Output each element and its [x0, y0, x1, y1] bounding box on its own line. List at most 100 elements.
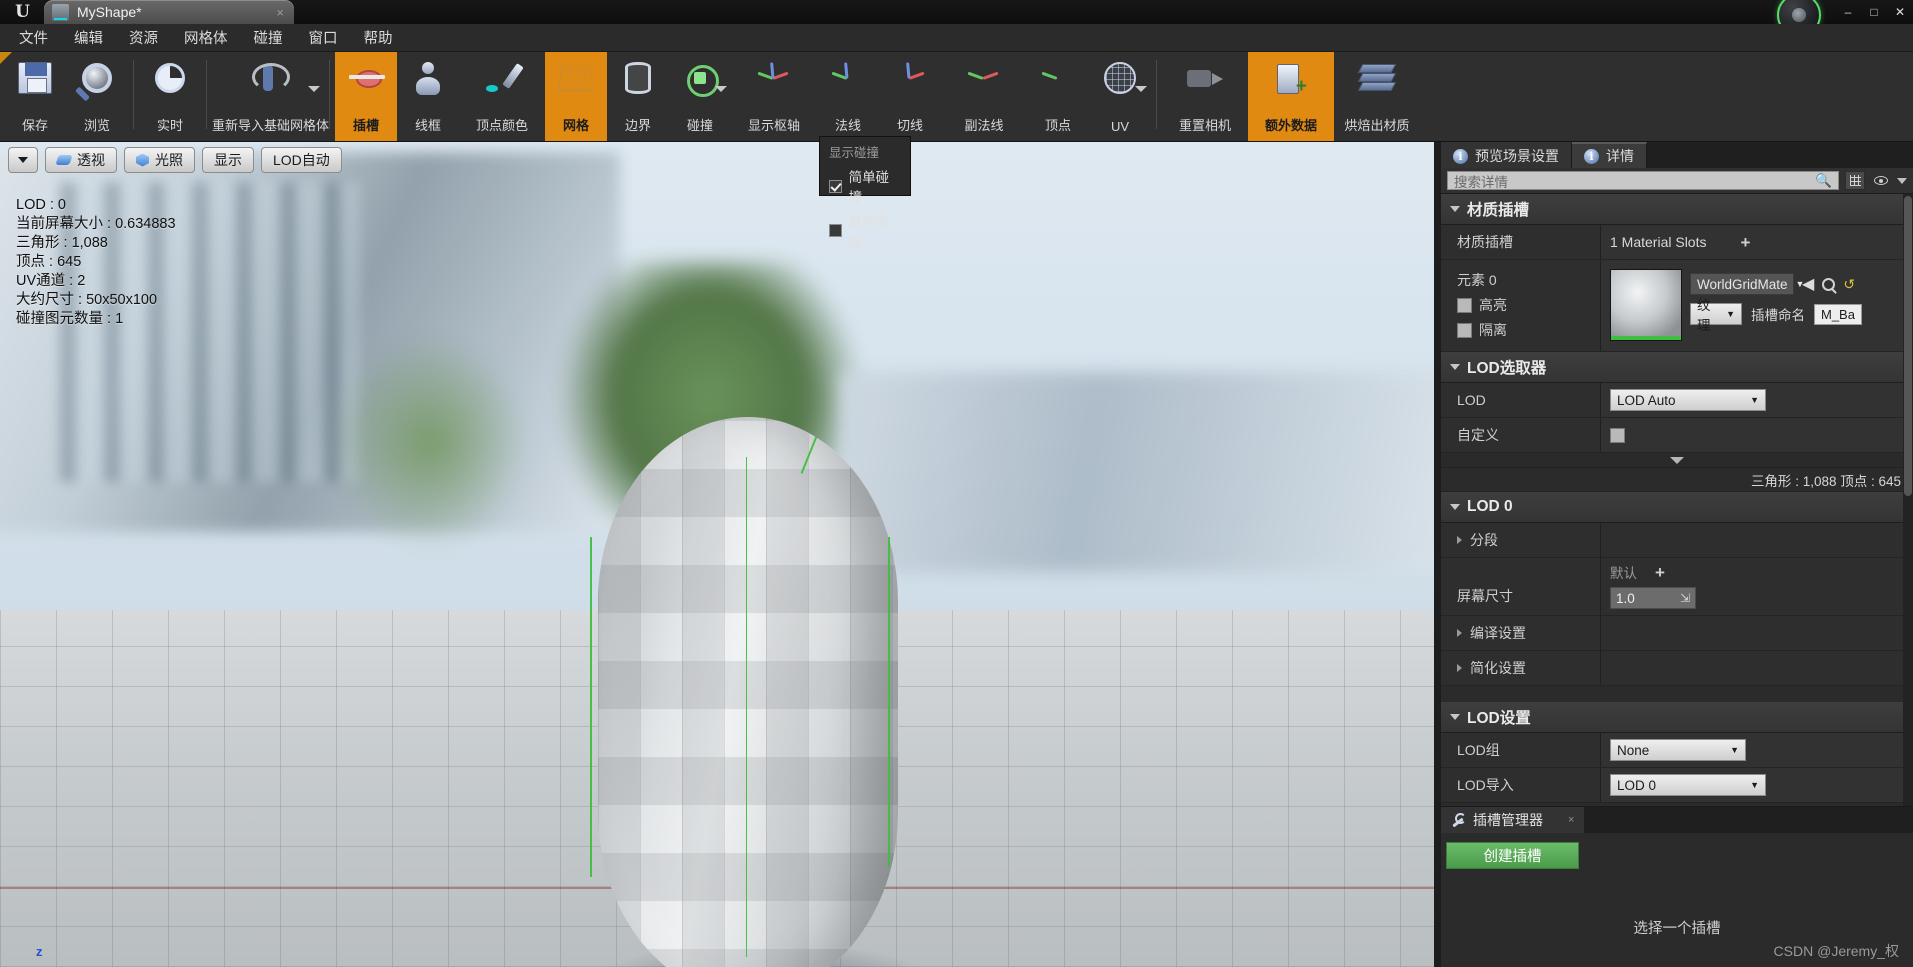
- toolbar-socket-button[interactable]: 插槽: [335, 52, 397, 141]
- chevron-down-icon[interactable]: [1897, 177, 1907, 184]
- viewport-far-buildings: [840, 372, 1434, 572]
- toolbar-separator: [1156, 60, 1157, 129]
- toolbar-bounds-button[interactable]: 边界: [607, 52, 669, 141]
- mesh-viewport[interactable]: z: [0, 142, 1434, 967]
- toolbar-uv-button[interactable]: UV: [1089, 52, 1151, 141]
- details-scroll-area[interactable]: 材质插槽 材质插槽 1 Material Slots + 元素 0 高亮 隔离 …: [1441, 194, 1913, 806]
- value-lod: LOD Auto ▼: [1601, 383, 1913, 417]
- toolbar-show-pivot-button[interactable]: 显示枢轴: [731, 52, 817, 141]
- slot-name-value[interactable]: M_Ba: [1814, 303, 1862, 325]
- toolbar-wireframe-button[interactable]: 线框: [397, 52, 459, 141]
- lod-import-dropdown[interactable]: LOD 0 ▼: [1610, 774, 1766, 796]
- toolbar-extra-data-button[interactable]: 额外数据: [1248, 52, 1334, 141]
- details-scrollbar-thumb[interactable]: [1904, 196, 1912, 496]
- chevron-down-icon: ▼: [1726, 309, 1735, 319]
- tab-details[interactable]: i 详情: [1572, 142, 1647, 168]
- viewport-lod-auto-button[interactable]: LOD自动: [261, 147, 342, 173]
- drag-handle-icon[interactable]: ⇲: [1680, 591, 1690, 605]
- collision-option-simple[interactable]: 简单碰撞: [820, 164, 910, 208]
- category-lod-settings[interactable]: LOD设置: [1441, 702, 1913, 733]
- checkbox-highlight[interactable]: [1457, 297, 1472, 313]
- toolbar-collision-button[interactable]: 碰撞: [669, 52, 731, 141]
- toolbar-grid-button[interactable]: 网格: [545, 52, 607, 141]
- row-reduction-settings: 简化设置: [1441, 651, 1913, 686]
- material-thumbnail[interactable]: [1610, 269, 1682, 341]
- viewport-lit-label: 光照: [155, 152, 183, 168]
- search-icon[interactable]: 🔍: [1815, 173, 1832, 189]
- lod-expander[interactable]: [1441, 453, 1913, 468]
- maximize-button[interactable]: □: [1861, 2, 1887, 22]
- toolbar-browse-button[interactable]: 浏览: [66, 52, 128, 141]
- toolbar-bake-materials-button[interactable]: 烘焙出材质: [1334, 52, 1420, 141]
- socket-manager-empty-message: 选择一个插槽: [1633, 921, 1721, 937]
- texture-dropdown[interactable]: 纹理 ▼: [1690, 298, 1742, 333]
- chevron-right-icon[interactable]: [1457, 664, 1462, 672]
- checkbox-simple-collision[interactable]: [829, 179, 842, 193]
- chevron-right-icon[interactable]: [1457, 536, 1462, 544]
- toolbar-vertices-button[interactable]: 顶点: [1027, 52, 1089, 141]
- menu-item-window[interactable]: 窗口: [296, 24, 351, 51]
- element-0-label: 元素 0: [1457, 272, 1497, 288]
- stat-vertices: 顶点 : 645: [16, 254, 82, 270]
- collision-option-complex[interactable]: 复杂碰撞: [820, 208, 910, 252]
- search-asset-icon[interactable]: [1822, 277, 1836, 291]
- grid-view-icon[interactable]: [1845, 171, 1865, 190]
- label-reduction-settings: 简化设置: [1441, 651, 1601, 685]
- add-screen-size-button[interactable]: +: [1655, 564, 1665, 581]
- bounds-icon: [618, 58, 658, 98]
- toolbar-binormals-button[interactable]: 副法线: [941, 52, 1027, 141]
- screen-size-input[interactable]: 1.0 ⇲: [1610, 587, 1696, 609]
- viewport-perspective-button[interactable]: 透视: [45, 147, 117, 173]
- minimize-button[interactable]: –: [1835, 2, 1861, 22]
- lod-dropdown[interactable]: LOD Auto ▼: [1610, 389, 1766, 411]
- tab-details-label: 详情: [1606, 148, 1634, 164]
- eye-icon[interactable]: [1871, 171, 1891, 190]
- row-lod: LOD LOD Auto ▼: [1441, 383, 1913, 418]
- search-input[interactable]: 搜索详情 🔍: [1447, 171, 1839, 190]
- close-button[interactable]: ✕: [1887, 2, 1913, 22]
- checkbox-complex-collision[interactable]: [829, 223, 842, 237]
- browse-to-asset-icon[interactable]: ◀: [1802, 274, 1814, 294]
- chevron-right-icon[interactable]: [1457, 629, 1462, 637]
- build-settings-label: 编译设置: [1470, 625, 1526, 641]
- details-scrollbar[interactable]: [1903, 194, 1913, 806]
- checkbox-custom-lod[interactable]: [1610, 427, 1625, 443]
- chevron-down-icon[interactable]: [715, 86, 727, 92]
- material-asset-dropdown[interactable]: WorldGridMate ▼: [1690, 273, 1804, 295]
- menu-item-mesh[interactable]: 网格体: [171, 24, 241, 51]
- menu-item-file[interactable]: 文件: [6, 24, 61, 51]
- category-lod-picker[interactable]: LOD选取器: [1441, 352, 1913, 383]
- menu-item-asset[interactable]: 资源: [116, 24, 171, 51]
- menu-item-collision[interactable]: 碰撞: [241, 24, 296, 51]
- toolbar-tangents-button[interactable]: 切线: [879, 52, 941, 141]
- tab-close-icon[interactable]: ×: [252, 5, 284, 20]
- menu-item-edit[interactable]: 编辑: [61, 24, 116, 51]
- toolbar-realtime-button[interactable]: 实时: [139, 52, 201, 141]
- viewport-options-button[interactable]: [8, 147, 38, 173]
- add-material-slot-button[interactable]: +: [1740, 234, 1750, 251]
- toolbar-normals-button[interactable]: 法线: [817, 52, 879, 141]
- asset-tab-myshape[interactable]: MyShape* ×: [44, 0, 294, 24]
- chevron-down-icon[interactable]: [1135, 86, 1147, 92]
- checkbox-isolate[interactable]: [1457, 322, 1472, 338]
- category-material-slots[interactable]: 材质插槽: [1441, 194, 1913, 225]
- capsule-mesh[interactable]: [590, 417, 898, 967]
- toolbar-reset-camera-button[interactable]: 重置相机: [1162, 52, 1248, 141]
- chevron-down-icon[interactable]: [308, 86, 320, 92]
- menu-item-help[interactable]: 帮助: [351, 24, 406, 51]
- category-lod-0[interactable]: LOD 0: [1441, 492, 1913, 523]
- create-socket-button[interactable]: 创建插槽: [1446, 842, 1579, 869]
- toolbar-reimport-base-mesh-button[interactable]: 重新导入基础网格体: [212, 52, 329, 141]
- toolbar-save-label: 保存: [21, 118, 48, 133]
- viewport-show-button[interactable]: 显示: [202, 147, 254, 173]
- reset-to-default-icon[interactable]: ↺: [1843, 276, 1855, 293]
- toolbar-save-button[interactable]: 保存: [4, 52, 66, 141]
- tab-socket-manager[interactable]: 插槽管理器 ×: [1441, 807, 1585, 833]
- lod-group-dropdown[interactable]: None ▼: [1610, 739, 1746, 761]
- toolbar-vertex-color-button[interactable]: 顶点颜色: [459, 52, 545, 141]
- toolbar-separator: [133, 60, 134, 129]
- viewport-lit-button[interactable]: 光照: [124, 147, 195, 173]
- close-icon[interactable]: ×: [1568, 814, 1574, 826]
- stat-uv-channels: UV通道 : 2: [16, 273, 86, 289]
- tab-preview-scene-settings[interactable]: i 预览场景设置: [1441, 142, 1572, 168]
